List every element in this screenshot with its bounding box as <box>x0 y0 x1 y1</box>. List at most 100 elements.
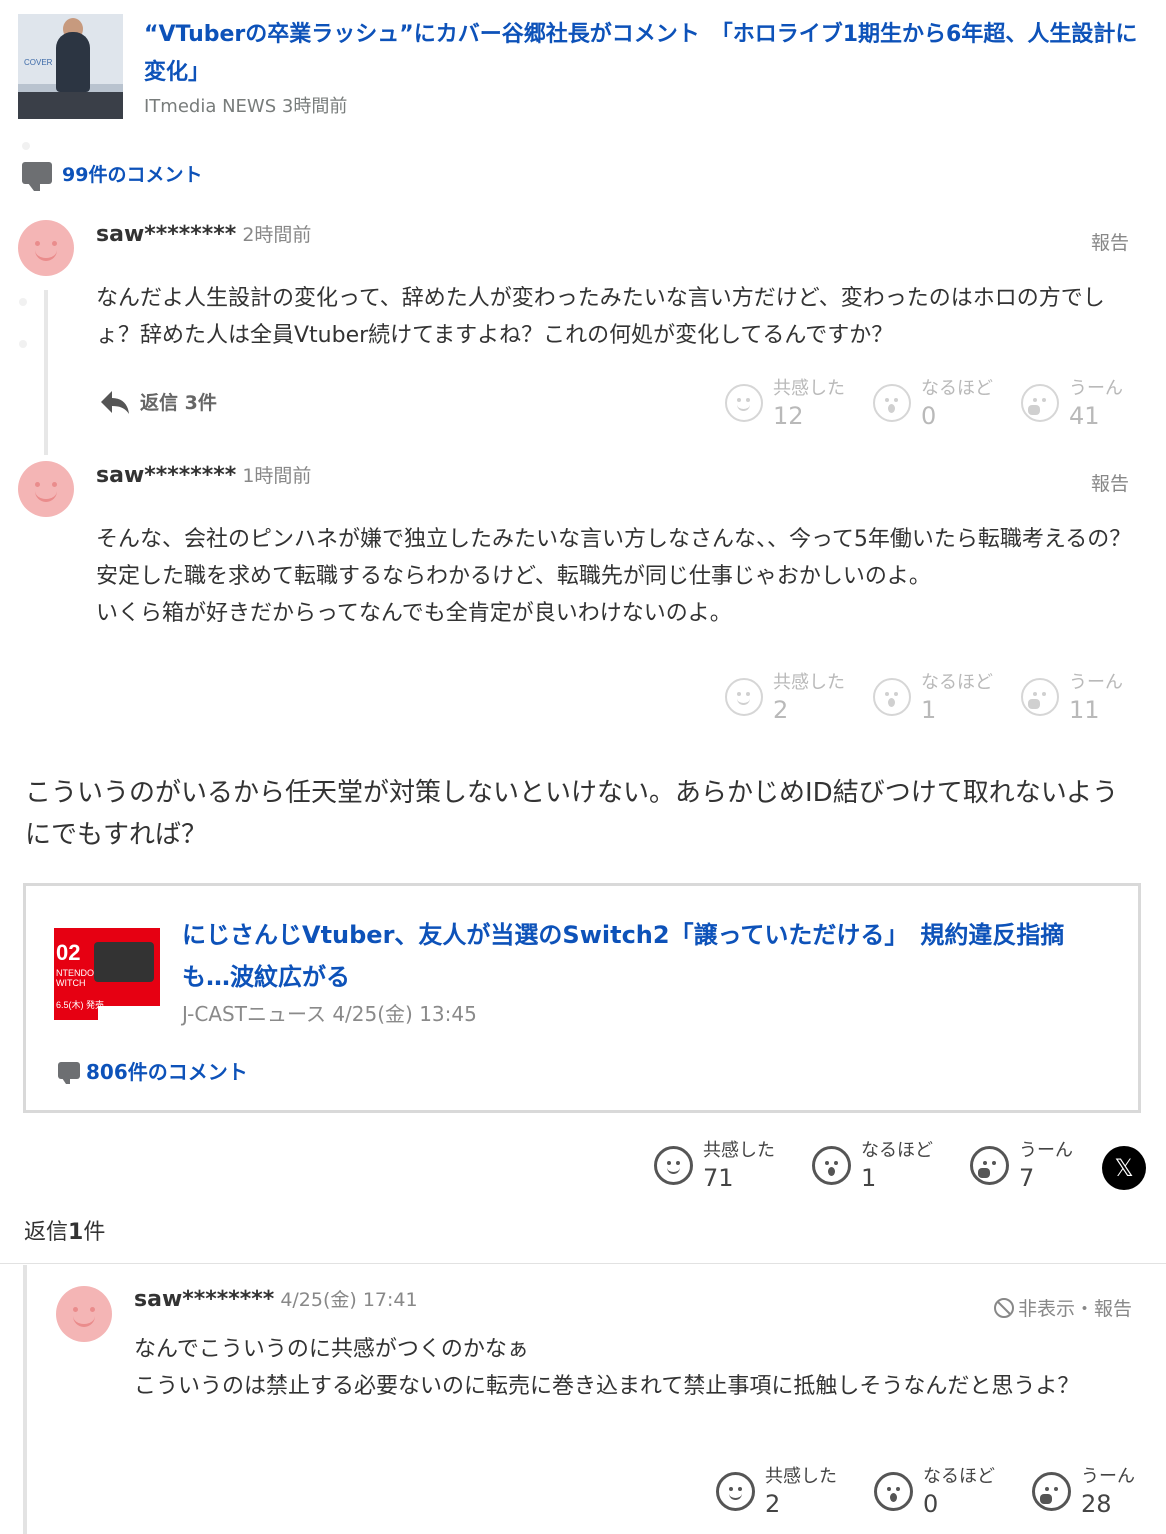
comment-header: saw******** 1時間前 <box>96 461 311 488</box>
thread-dot <box>19 340 27 348</box>
article-thumbnail[interactable]: COVER <box>18 14 123 119</box>
comment-text: そんな、会社のピンハネが嫌で独立したみたいな言い方しなさんな、、今って5年働いた… <box>96 527 1132 626</box>
avatar[interactable] <box>18 461 74 517</box>
surprised-face-icon <box>873 678 911 716</box>
reaction-count: 2 <box>765 1490 781 1518</box>
linked-comment-count-link[interactable]: 806件のコメント <box>58 1056 248 1085</box>
linked-article-card[interactable]: 02 NTENDO WITCH 6.5(木) 発売 にじさんじVtuber、友人… <box>23 883 1141 1113</box>
replies-prefix: 返信 <box>24 1220 69 1245</box>
linked-article-thumbnail[interactable]: 02 NTENDO WITCH 6.5(木) 発売 <box>54 914 160 1020</box>
comment-timestamp: 2時間前 <box>242 224 312 246</box>
smile-icon <box>725 384 763 422</box>
reaction-label: うーん <box>1069 378 1123 399</box>
reaction-label: なるほど <box>921 378 993 399</box>
comment-header: saw******** 4/25(金) 17:41 <box>134 1285 418 1312</box>
linked-article-source: J-CASTニュース 4/25(金) 13:45 <box>182 1002 477 1026</box>
linked-article-title[interactable]: にじさんじVtuber、友人が当選のSwitch2「譲っていただける」 規約違反… <box>182 914 1112 998</box>
comment-count-link[interactable]: 99件のコメント <box>22 158 203 191</box>
comment-header: saw******** 2時間前 <box>96 220 311 247</box>
thinking-face-icon <box>1021 384 1059 422</box>
reaction-insight[interactable]: なるほど 0 <box>874 1464 1004 1518</box>
reaction-bar: 共感した 2 なるほど 0 うーん 28 <box>716 1464 1162 1518</box>
reaction-hmm[interactable]: うーん 28 <box>1032 1464 1162 1518</box>
thumbnail-bottombar <box>98 1006 160 1020</box>
replies-suffix: 件 <box>83 1220 106 1245</box>
reply-indent-bar <box>23 1265 27 1534</box>
reaction-count: 71 <box>703 1164 734 1192</box>
divider <box>0 1263 1166 1264</box>
thinking-face-icon <box>1021 678 1059 716</box>
reply-text: なんでこういうのに共感がつくのかなぁ こういうのは禁止する必要ないのに転売に巻き… <box>134 1337 1080 1399</box>
thread-line <box>44 290 48 455</box>
thumbnail-text: 02 <box>56 940 81 965</box>
reaction-count: 11 <box>1069 696 1100 724</box>
comment-bubble-icon <box>22 162 52 191</box>
reaction-label: うーん <box>1081 1466 1135 1487</box>
comment-bubble-icon <box>58 1062 80 1084</box>
share-x-button[interactable]: 𝕏 <box>1102 1146 1146 1190</box>
reaction-label: なるほど <box>861 1140 933 1161</box>
thumbnail-topbar <box>54 914 160 928</box>
reaction-count: 28 <box>1081 1490 1112 1518</box>
surprised-face-icon <box>874 1471 913 1511</box>
reaction-empathy[interactable]: 共感した 12 <box>725 376 855 430</box>
comment-username[interactable]: saw******** <box>96 463 236 488</box>
reaction-count: 0 <box>921 402 937 430</box>
reaction-label: 共感した <box>703 1140 775 1161</box>
console-image <box>94 942 154 982</box>
reply-button[interactable]: 返信 3件 <box>100 388 217 415</box>
reaction-bar: 共感した 12 なるほど 0 うーん 41 <box>725 376 1151 430</box>
reply-count-label: 返信 3件 <box>140 392 217 414</box>
comment-username[interactable]: saw******** <box>96 222 236 247</box>
comment-username[interactable]: saw******** <box>134 1287 274 1312</box>
avatar[interactable] <box>56 1286 112 1342</box>
comment-text: なんだよ人生設計の変化って、辞めた人が変わったみたいな言い方だけど、変わったのは… <box>96 286 1105 348</box>
thumbnail-logo: COVER <box>24 58 53 67</box>
reaction-label: うーん <box>1069 672 1123 693</box>
reaction-label: 共感した <box>773 378 845 399</box>
reaction-hmm[interactable]: うーん 41 <box>1021 376 1151 430</box>
smile-icon <box>725 678 763 716</box>
thinking-face-icon <box>970 1145 1009 1185</box>
reaction-label: なるほど <box>923 1466 995 1487</box>
reaction-bar: 共感した 71 なるほど 1 うーん 7 <box>654 1138 1100 1192</box>
avatar-mouth <box>35 487 57 502</box>
surprised-face-icon <box>873 384 911 422</box>
reaction-empathy[interactable]: 共感した 2 <box>716 1464 846 1518</box>
reaction-count: 0 <box>923 1490 939 1518</box>
reaction-insight[interactable]: なるほど 0 <box>873 376 1003 430</box>
reaction-hmm[interactable]: うーん 7 <box>970 1138 1100 1192</box>
replies-number: 1 <box>68 1220 84 1245</box>
reaction-label: 共感した <box>773 672 845 693</box>
article-title-link[interactable]: “VTuberの卒業ラッシュ”にカバー谷郷社長がコメント 「ホロライブ1期生から… <box>144 16 1144 92</box>
x-logo-icon: 𝕏 <box>1114 1154 1134 1182</box>
avatar-mouth <box>73 1312 95 1327</box>
comment-timestamp: 1時間前 <box>242 465 312 487</box>
comment-count-label: 99件のコメント <box>62 163 203 186</box>
hide-report-link[interactable]: 非表示・報告 <box>994 1294 1132 1321</box>
comment-timestamp: 4/25(金) 17:41 <box>280 1289 418 1311</box>
thread-dot <box>19 298 27 306</box>
thumbnail-person <box>56 32 90 92</box>
report-link[interactable]: 報告 <box>1091 228 1129 255</box>
avatar-mouth <box>35 246 57 261</box>
reaction-insight[interactable]: なるほど 1 <box>873 670 1003 724</box>
reaction-insight[interactable]: なるほど 1 <box>812 1138 942 1192</box>
reaction-empathy[interactable]: 共感した 2 <box>725 670 855 724</box>
reaction-count: 12 <box>773 402 804 430</box>
avatar[interactable] <box>18 220 74 276</box>
reaction-count: 2 <box>773 696 789 724</box>
smile-icon <box>716 1471 755 1511</box>
reaction-label: うーん <box>1019 1140 1073 1161</box>
report-link[interactable]: 報告 <box>1091 469 1129 496</box>
main-comment-text: こういうのがいるから任天堂が対策しないといけない。あらかじめID結びつけて取れな… <box>25 778 1119 850</box>
surprised-face-icon <box>812 1145 851 1185</box>
reaction-count: 1 <box>861 1164 877 1192</box>
reaction-hmm[interactable]: うーん 11 <box>1021 670 1151 724</box>
thumbnail-text: NTENDO WITCH <box>56 968 94 988</box>
reaction-label: 共感した <box>765 1466 837 1487</box>
reaction-empathy[interactable]: 共感した 71 <box>654 1138 784 1192</box>
thumbnail-desk <box>18 92 123 119</box>
hide-report-label: 非表示・報告 <box>1018 1298 1133 1320</box>
reaction-count: 41 <box>1069 402 1100 430</box>
